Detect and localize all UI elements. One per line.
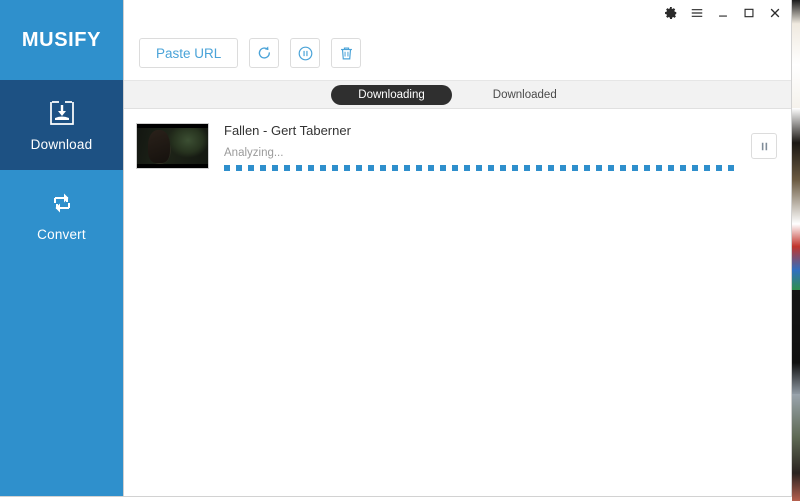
tab-downloaded[interactable]: Downloaded <box>466 85 584 105</box>
menu-button[interactable] <box>689 6 704 21</box>
tab-bar: Downloading Downloaded <box>124 80 791 109</box>
pause-all-button[interactable] <box>290 38 321 68</box>
maximize-button[interactable] <box>741 6 756 21</box>
paste-url-button[interactable]: Paste URL <box>139 38 239 68</box>
thumbnail-subject <box>148 130 170 163</box>
sidebar-item-label-download: Download <box>30 137 93 152</box>
convert-loop-icon <box>47 188 77 218</box>
minimize-button[interactable] <box>715 6 730 21</box>
tab-downloading[interactable]: Downloading <box>331 84 452 105</box>
list-item-details: Fallen - Gert Taberner Analyzing... <box>224 121 736 171</box>
sidebar-item-download[interactable]: Download <box>0 80 123 170</box>
download-icon <box>47 98 77 128</box>
list-item[interactable]: Fallen - Gert Taberner Analyzing... <box>124 109 791 183</box>
settings-gear-button[interactable] <box>663 6 678 21</box>
list-item-status: Analyzing... <box>224 147 284 159</box>
app-logo: MUSIFY <box>0 0 123 80</box>
list-item-title: Fallen - Gert Taberner <box>224 123 351 138</box>
background-strip-5 <box>792 394 800 501</box>
background-strip-3 <box>792 224 800 290</box>
video-thumbnail <box>136 123 209 169</box>
delete-button[interactable] <box>331 38 362 68</box>
progress-bar <box>224 165 736 171</box>
musify-app-window: MUSIFY Download Convert Paste URL Downlo… <box>0 0 792 497</box>
background-strip-4 <box>792 290 800 394</box>
download-list: Fallen - Gert Taberner Analyzing... <box>124 109 791 496</box>
app-logo-text: MUSIFY <box>21 28 102 51</box>
sidebar: MUSIFY Download Convert <box>0 0 124 496</box>
toolbar: Paste URL <box>124 26 791 80</box>
sidebar-item-label-convert: Convert <box>37 227 86 242</box>
close-button[interactable] <box>767 6 782 21</box>
sidebar-item-convert[interactable]: Convert <box>0 170 123 260</box>
background-strip-1 <box>792 0 800 108</box>
pause-download-button[interactable] <box>751 133 777 159</box>
background-strip-2 <box>792 108 800 224</box>
main-panel: Paste URL Downloading Downloaded Fallen … <box>124 0 791 496</box>
title-bar <box>124 0 791 26</box>
refresh-button[interactable] <box>249 38 280 68</box>
